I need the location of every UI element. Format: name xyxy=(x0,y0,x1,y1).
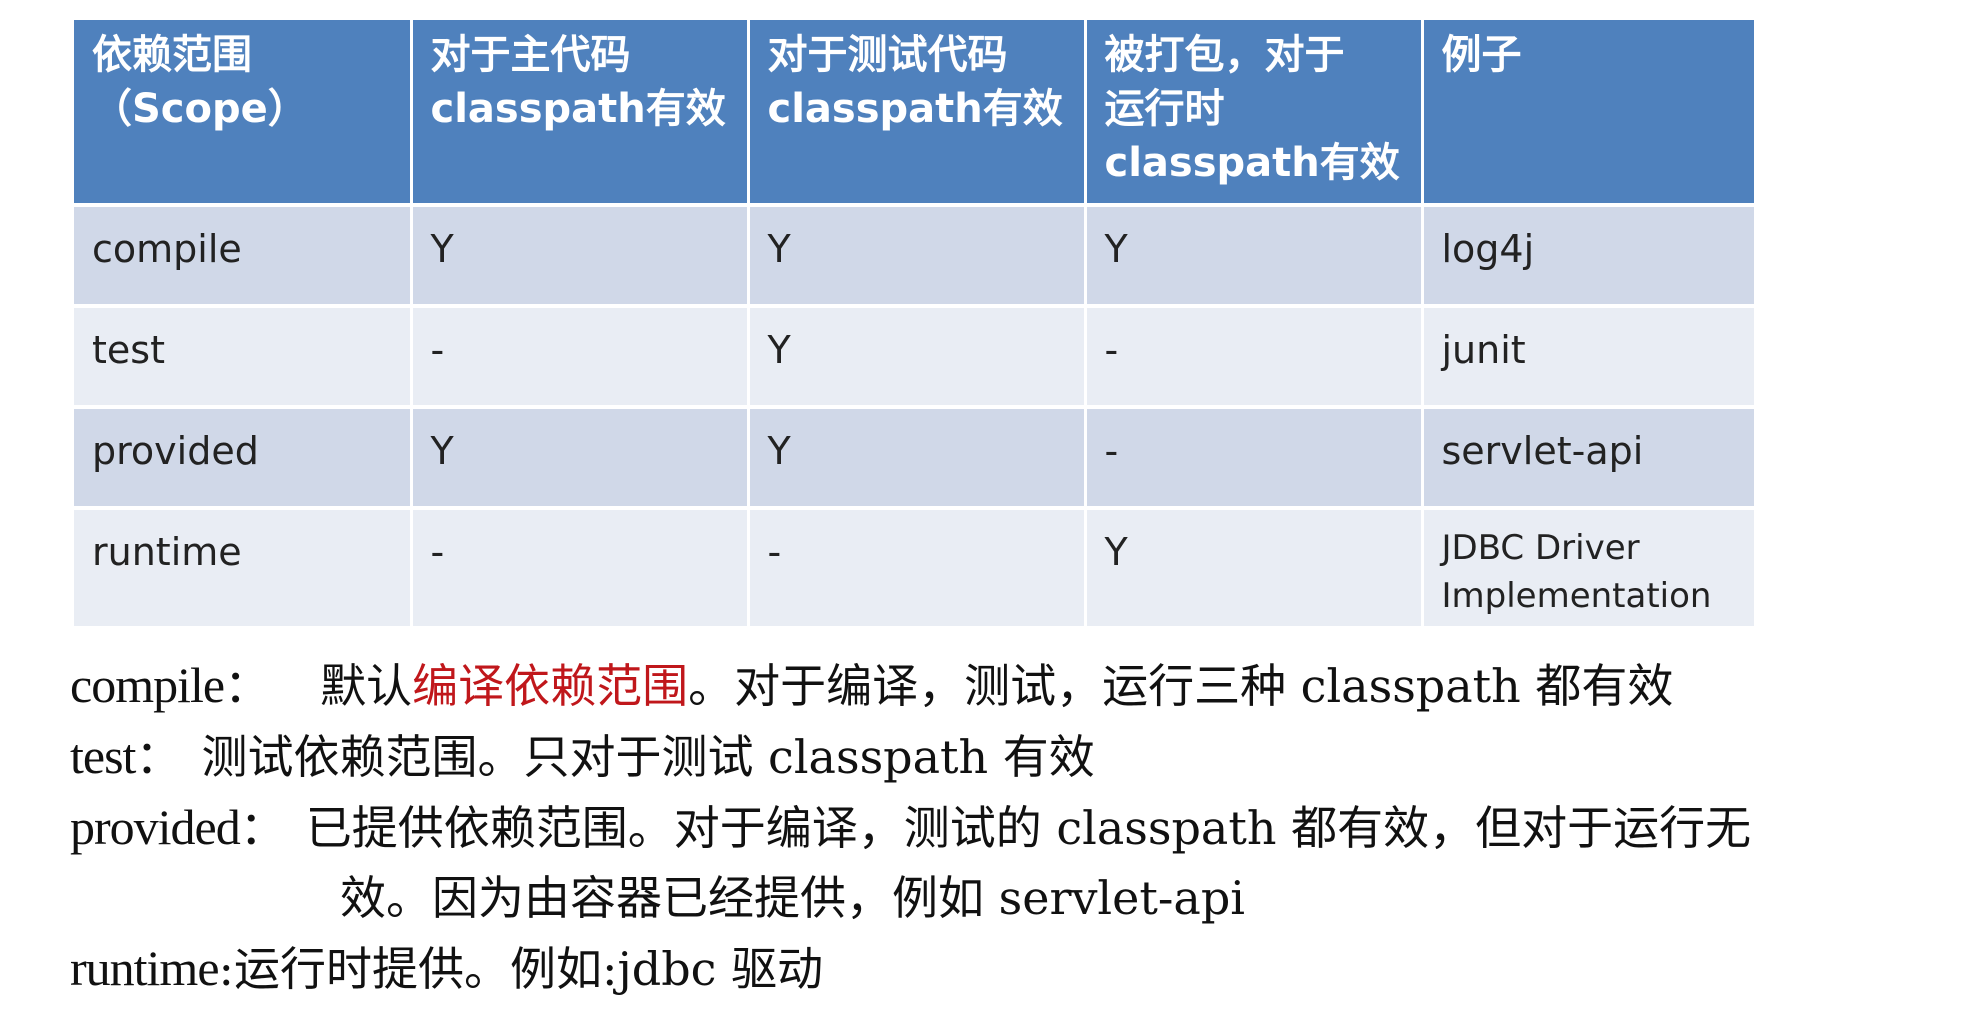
table-row: compile Y Y Y log4j xyxy=(74,205,1754,308)
cell-scope: runtime xyxy=(74,508,413,626)
header-test-classpath: 对于测试代码 classpath有效 xyxy=(748,20,1087,207)
table-row: runtime - - Y JDBC Driver Implementation xyxy=(74,508,1754,626)
note-runtime: runtime:运行时提供。例如:jdbc 驱动 xyxy=(70,933,1970,1004)
cell-test: Y xyxy=(748,205,1087,308)
note-provided-continuation: 效。因为由容器已经提供，例如 servlet-api xyxy=(70,863,1970,933)
cell-example: JDBC Driver Implementation xyxy=(1422,508,1754,626)
note-highlight: 编译依赖范围 xyxy=(412,659,689,713)
cell-example: servlet-api xyxy=(1422,407,1754,510)
note-term: compile xyxy=(70,657,225,713)
table-row: provided Y Y - servlet-api xyxy=(74,407,1754,510)
cell-scope: compile xyxy=(74,205,413,308)
note-text: 。对于编译，测试，运行三种 classpath 都有效 xyxy=(688,659,1674,713)
cell-runtime: - xyxy=(1085,306,1424,409)
table-header-row: 依赖范围 （Scope） 对于主代码 classpath有效 对于测试代码 cl… xyxy=(74,20,1754,207)
note-term: runtime xyxy=(70,940,220,996)
table-row: test - Y - junit xyxy=(74,306,1754,409)
note-text: 效。因为由容器已经提供，例如 servlet-api xyxy=(340,871,1245,925)
cell-main: - xyxy=(411,306,750,409)
cell-scope: test xyxy=(74,306,413,409)
cell-scope: provided xyxy=(74,407,413,510)
note-term: test xyxy=(70,728,136,784)
cell-example: junit xyxy=(1422,306,1754,409)
cell-test: Y xyxy=(748,407,1087,510)
header-runtime-classpath: 被打包，对于 运行时 classpath有效 xyxy=(1085,20,1424,207)
note-text: 运行时提供。例如:jdbc 驱动 xyxy=(234,942,824,996)
note-text: 已提供依赖范围。对于编译，测试的 classpath 都有效，但对于运行无 xyxy=(305,801,1752,855)
cell-main: Y xyxy=(411,407,750,510)
cell-runtime: Y xyxy=(1085,205,1424,308)
cell-main: Y xyxy=(411,205,750,308)
scope-table: 依赖范围 （Scope） 对于主代码 classpath有效 对于测试代码 cl… xyxy=(74,20,1754,626)
cell-main: - xyxy=(411,508,750,626)
header-example: 例子 xyxy=(1422,20,1754,207)
note-colon: ： xyxy=(224,659,271,713)
cell-test: Y xyxy=(748,306,1087,409)
header-main-classpath: 对于主代码 classpath有效 xyxy=(411,20,750,207)
note-colon: : xyxy=(218,942,235,996)
note-text: 测试依赖范围。只对于测试 classpath 有效 xyxy=(201,730,1095,784)
header-scope: 依赖范围 （Scope） xyxy=(74,20,413,207)
note-compile: compile： 默认编译依赖范围。对于编译，测试，运行三种 classpath … xyxy=(70,650,1970,721)
note-provided: provided： 已提供依赖范围。对于编译，测试的 classpath 都有效，… xyxy=(70,792,1970,863)
cell-example: log4j xyxy=(1422,205,1754,308)
note-term: provided xyxy=(70,799,241,855)
scope-notes: compile： 默认编译依赖范围。对于编译，测试，运行三种 classpath … xyxy=(70,650,1970,1004)
note-text: 默认 xyxy=(320,659,413,713)
note-colon: ： xyxy=(239,801,286,855)
cell-test: - xyxy=(748,508,1087,626)
cell-runtime: Y xyxy=(1085,508,1424,626)
note-colon: ： xyxy=(135,730,182,784)
note-test: test： 测试依赖范围。只对于测试 classpath 有效 xyxy=(70,721,1970,792)
cell-runtime: - xyxy=(1085,407,1424,510)
